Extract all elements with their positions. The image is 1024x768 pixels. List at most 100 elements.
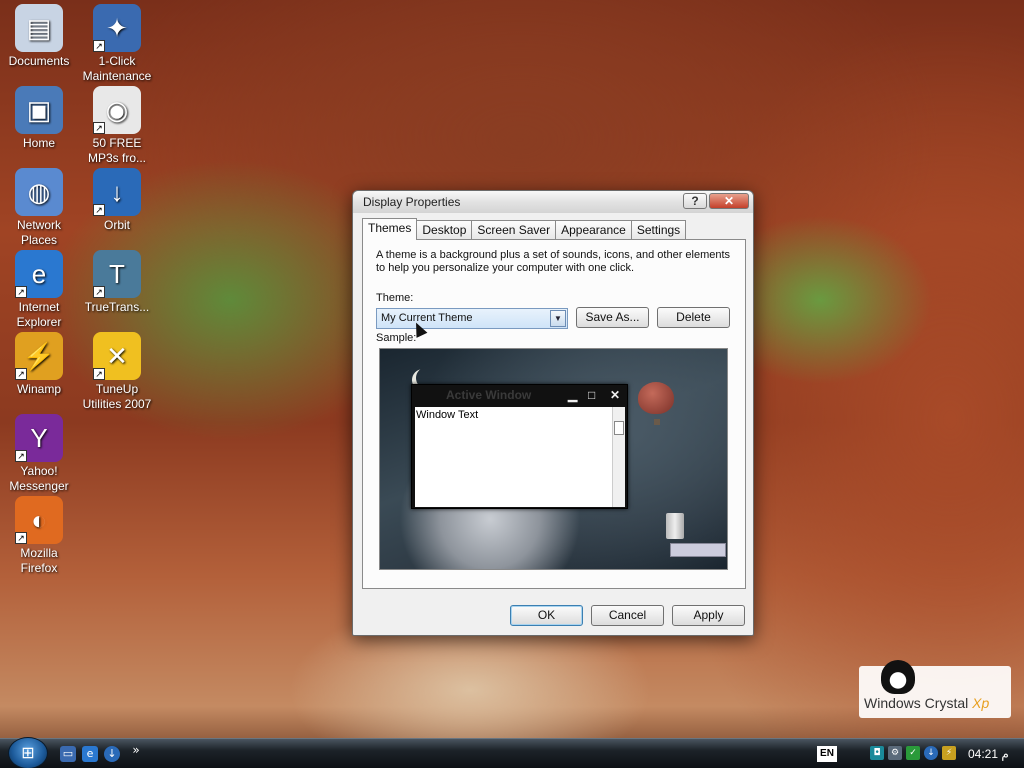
firefox-icon: ◐ ↗ (15, 496, 63, 544)
desktop-icon-label: Winamp (16, 382, 61, 396)
tab-desktop[interactable]: Desktop (416, 220, 473, 240)
folder-icon: ▤ (15, 4, 63, 52)
tab-appearance[interactable]: Appearance (555, 220, 632, 240)
balloon-basket-graphic (654, 419, 660, 425)
theme-select-value: My Current Theme (381, 312, 473, 324)
desktop-icon-mp3-disc[interactable]: ◉ ↗ 50 FREE MP3s fro... (78, 86, 156, 166)
ok-button[interactable]: OK (510, 605, 583, 626)
sample-label: Sample: (376, 332, 417, 344)
help-button[interactable]: ? (683, 193, 707, 209)
shortcut-arrow-icon: ↗ (15, 532, 27, 544)
desktop-icon-label: TrueTrans... (84, 300, 150, 314)
themes-tab-panel: A theme is a background plus a set of so… (362, 239, 746, 589)
tray-security-icon[interactable]: ✓ (906, 746, 920, 760)
tab-settings[interactable]: Settings (630, 220, 687, 240)
shortcut-arrow-icon: ↗ (15, 286, 27, 298)
shortcut-arrow-icon: ↗ (93, 40, 105, 52)
tuneup-icon: ✕ ↗ (93, 332, 141, 380)
close-icon: ✕ (610, 388, 621, 402)
sample-window-title: Active Window (446, 388, 532, 402)
brand-name: Windows Crystal (864, 695, 969, 711)
desktop-icon-label: Documents (8, 54, 70, 68)
desktop-icon-network-globe[interactable]: ◍ Network Places (0, 168, 78, 248)
dialog-titlebar[interactable]: Display Properties ? ✕ (353, 191, 753, 213)
theme-select[interactable]: My Current Theme ▼ (376, 308, 568, 329)
internet-explorer-icon[interactable]: e (82, 746, 98, 762)
computer-icon: ▣ (15, 86, 63, 134)
cancel-button[interactable]: Cancel (591, 605, 664, 626)
theme-sample-preview: Active Window ▁ □ ✕ Window Text (379, 348, 728, 570)
apply-button[interactable]: Apply (672, 605, 745, 626)
desktop-icon-label: Internet Explorer (16, 300, 62, 329)
delete-button[interactable]: Delete (657, 307, 730, 328)
quick-launch-more-icon[interactable]: » (128, 742, 144, 758)
maximize-icon: □ (588, 388, 596, 402)
sample-window-client: Window Text (415, 407, 625, 507)
desktop-icon-maintenance[interactable]: ✦ ↗ 1-Click Maintenance (78, 4, 156, 84)
tab-themes[interactable]: Themes (362, 218, 418, 240)
winamp-icon: ⚡ ↗ (15, 332, 63, 380)
mp3-disc-icon: ◉ ↗ (93, 86, 141, 134)
tray-network-icon[interactable]: ◘ (870, 746, 884, 760)
maintenance-icon: ✦ ↗ (93, 4, 141, 52)
desktop-icon-label: Home (22, 136, 55, 150)
brand-suffix: Xp (972, 695, 990, 711)
desktop-icon-firefox[interactable]: ◐ ↗ Mozilla Firefox (0, 496, 78, 576)
sample-scrollbar (612, 407, 625, 507)
network-globe-icon: ◍ (15, 168, 63, 216)
sample-active-window: Active Window ▁ □ ✕ Window Text (411, 384, 628, 509)
desktop-icon-internet-explorer[interactable]: e ↗ Internet Explorer (0, 250, 78, 330)
desktop-icon-label: Network Places (16, 218, 61, 247)
show-desktop-icon[interactable]: ▭ (60, 746, 76, 762)
balloon-graphic (638, 382, 674, 414)
orbit-download-icon[interactable]: ↓ (104, 746, 120, 762)
tray-download-icon[interactable]: ↓ (924, 746, 938, 760)
display-properties-dialog: Display Properties ? ✕ Themes Desktop Sc… (352, 190, 754, 636)
shortcut-arrow-icon: ↗ (93, 286, 105, 298)
brand-badge: Windows Crystal Xp (859, 660, 1011, 718)
desktop-icon-computer[interactable]: ▣ Home (0, 86, 78, 151)
shortcut-arrow-icon: ↗ (93, 204, 105, 216)
sample-window-caption: Active Window ▁ □ ✕ (412, 385, 627, 406)
save-as-button[interactable]: Save As... (576, 307, 649, 328)
taskbar: ⊞ ▭ e ↓ » EN ◘ ⚙ ✓ ↓ ⚡ 04:21 م (0, 737, 1024, 768)
recycle-bin-icon (666, 513, 684, 539)
desktop-icon-label: Mozilla Firefox (20, 546, 58, 575)
desktop-icon-label: Orbit (103, 218, 130, 232)
shortcut-arrow-icon: ↗ (93, 122, 105, 134)
dialog-title: Display Properties (363, 195, 461, 209)
shortcut-arrow-icon: ↗ (15, 450, 27, 462)
desktop-icon-folder[interactable]: ▤ Documents (0, 4, 78, 69)
shortcut-arrow-icon: ↗ (93, 368, 105, 380)
desktop-icon-truetrans[interactable]: T ↗ TrueTrans... (78, 250, 156, 315)
sample-scroll-thumb (614, 421, 624, 435)
clock[interactable]: 04:21 م (968, 739, 1009, 768)
desktop-icon-tuneup[interactable]: ✕ ↗ TuneUp Utilities 2007 (78, 332, 156, 412)
sample-window-text: Window Text (416, 409, 479, 421)
penguin-logo-icon (881, 660, 915, 694)
chevron-down-icon[interactable]: ▼ (550, 310, 566, 327)
tray-power-icon[interactable]: ⚡ (942, 746, 956, 760)
start-button[interactable]: ⊞ (8, 737, 48, 768)
desktop-icon-yahoo-messenger[interactable]: Y ↗ Yahoo! Messenger (0, 414, 78, 494)
desktop-icon-label: 1-Click Maintenance (82, 54, 152, 83)
theme-label: Theme: (376, 292, 414, 304)
minimize-icon: ▁ (568, 388, 578, 402)
theme-description: A theme is a background plus a set of so… (376, 249, 731, 274)
sample-taskbar-graphic (670, 543, 726, 557)
tab-strip: Themes Desktop Screen Saver Appearance S… (362, 218, 687, 240)
desktop-icon-label: TuneUp Utilities 2007 (82, 382, 152, 411)
desktop-icon-download-arrow[interactable]: ↓ ↗ Orbit (78, 168, 156, 233)
language-indicator[interactable]: EN (817, 746, 837, 762)
tab-screen-saver[interactable]: Screen Saver (471, 220, 557, 240)
desktop-icon-label: 50 FREE MP3s fro... (87, 136, 146, 165)
desktop-icon-winamp[interactable]: ⚡ ↗ Winamp (0, 332, 78, 397)
internet-explorer-icon: e ↗ (15, 250, 63, 298)
close-button[interactable]: ✕ (709, 193, 749, 209)
yahoo-messenger-icon: Y ↗ (15, 414, 63, 462)
shortcut-arrow-icon: ↗ (15, 368, 27, 380)
desktop-icon-label: Yahoo! Messenger (9, 464, 69, 493)
truetrans-icon: T ↗ (93, 250, 141, 298)
download-arrow-icon: ↓ ↗ (93, 168, 141, 216)
tray-tools-icon[interactable]: ⚙ (888, 746, 902, 760)
